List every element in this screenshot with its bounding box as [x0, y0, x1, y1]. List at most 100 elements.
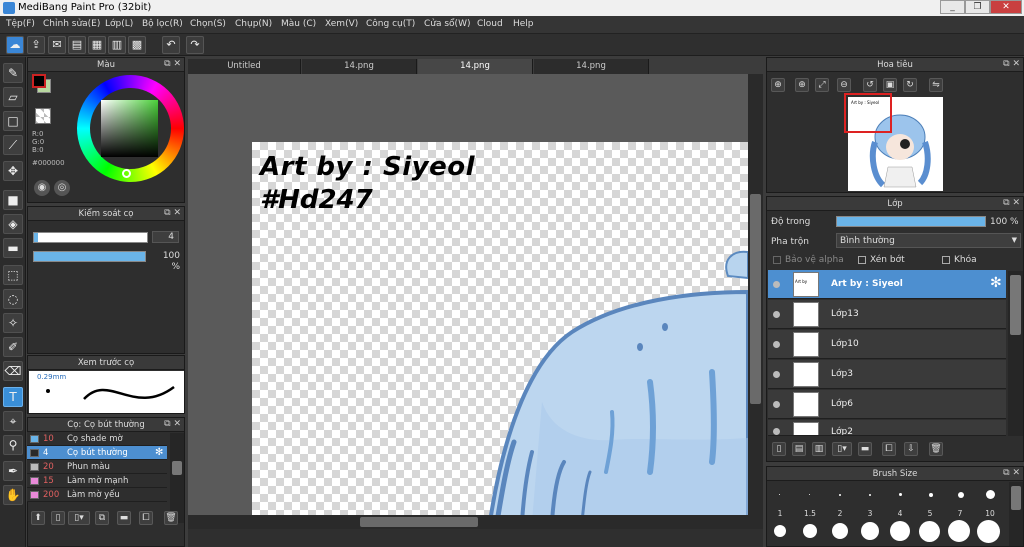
panel-buttons[interactable]: ⧉ ✕: [164, 208, 181, 218]
text-icon[interactable]: T: [3, 387, 23, 407]
menu-layer[interactable]: Lớp(L): [105, 19, 133, 29]
brush-size-dot[interactable]: [861, 522, 879, 540]
vertical-scrollbar[interactable]: [748, 74, 763, 515]
brush-size-dot[interactable]: [929, 493, 933, 497]
brush-size-dot[interactable]: [832, 523, 848, 539]
gradient-icon[interactable]: ▬: [3, 238, 23, 258]
saturation-square[interactable]: [101, 100, 158, 157]
trash-icon[interactable]: 🗑: [929, 442, 943, 456]
chat-icon[interactable]: ✉: [48, 36, 66, 54]
brush-item[interactable]: 15 Làm mờ mạnh: [27, 474, 167, 488]
zoom-in-icon[interactable]: ⊕: [795, 78, 809, 92]
layer-row[interactable]: Lớp3: [768, 360, 1006, 389]
menu-file[interactable]: Tệp(F): [6, 19, 35, 29]
menu-capture[interactable]: Chụp(N): [235, 19, 272, 29]
brush-size-dot[interactable]: [986, 490, 995, 499]
panel-buttons[interactable]: ⧉ ✕: [1003, 59, 1020, 69]
duplicate-icon[interactable]: ⧠: [139, 511, 153, 525]
panel-buttons[interactable]: ⧉ ✕: [164, 419, 181, 429]
move-icon[interactable]: ✥: [3, 161, 23, 181]
cloud-icon[interactable]: ☁: [6, 36, 24, 54]
folder-icon[interactable]: ▬: [858, 442, 872, 456]
new-8bit-layer-icon[interactable]: ▥: [812, 442, 826, 456]
brush-size-dot[interactable]: [919, 521, 940, 542]
brush-item[interactable]: 10 Cọ shade mờ: [27, 432, 167, 446]
document-icon[interactable]: ▦: [88, 36, 106, 54]
minimize-button[interactable]: _: [940, 0, 965, 14]
new-brush-icon[interactable]: ▯: [51, 511, 65, 525]
clipping-checkbox[interactable]: [858, 256, 866, 264]
zoom-in-icon[interactable]: ⊕: [771, 78, 785, 92]
blend-mode-select[interactable]: Bình thường ▼: [836, 233, 1021, 248]
close-button[interactable]: ✕: [990, 0, 1022, 14]
brush-size-dot[interactable]: [958, 492, 964, 498]
eraser-icon[interactable]: ▱: [3, 87, 23, 107]
fill-rect-icon[interactable]: ■: [3, 190, 23, 210]
hue-handle[interactable]: [122, 169, 131, 178]
transparent-swatch[interactable]: [35, 108, 51, 124]
line-icon[interactable]: ⟋: [3, 135, 23, 155]
brush-size-dot[interactable]: [869, 494, 871, 496]
brush-size-dot[interactable]: [779, 494, 780, 495]
brush-item-selected[interactable]: 4 Cọ bút thường ✻: [27, 446, 167, 460]
brush-list-scrollbar[interactable]: [170, 433, 184, 523]
select-eraser-icon[interactable]: ⌫: [3, 361, 23, 381]
layer-row[interactable]: Lớp2: [768, 420, 1006, 436]
undo-icon[interactable]: ↶: [162, 36, 180, 54]
hand-icon[interactable]: ✋: [3, 485, 23, 505]
redo-icon[interactable]: ↷: [186, 36, 204, 54]
operation-icon[interactable]: ⌖: [3, 411, 23, 431]
layer-opacity-slider[interactable]: [836, 216, 986, 227]
select-rect-icon[interactable]: ⬚: [3, 265, 23, 285]
lasso-icon[interactable]: ◌: [3, 289, 23, 309]
brush-size-dot[interactable]: [899, 493, 902, 496]
brush-size-dot[interactable]: [890, 521, 910, 541]
horizontal-scrollbar[interactable]: [188, 515, 763, 529]
layer-row[interactable]: Lớp6: [768, 390, 1006, 419]
brush-size-dot[interactable]: [774, 525, 786, 537]
eye-icon[interactable]: [773, 311, 780, 318]
merge-layer-icon[interactable]: ⇩: [904, 442, 918, 456]
trash-icon[interactable]: 🗑: [164, 511, 178, 525]
grid-icon[interactable]: ▩: [128, 36, 146, 54]
copy-brush-icon[interactable]: ⧉: [95, 511, 109, 525]
share-icon[interactable]: ⇪: [27, 36, 45, 54]
brush-size-dot[interactable]: [977, 520, 1000, 543]
navigator-thumbnail[interactable]: Art by : Siyeol: [844, 93, 943, 191]
brush-size-dot[interactable]: [948, 520, 970, 542]
canvas-area[interactable]: Art by : Siyeol #Hd247: [188, 74, 763, 515]
tab-image-1[interactable]: 14.png: [302, 59, 417, 74]
panel-icon[interactable]: ▥: [108, 36, 126, 54]
rotate-left-icon[interactable]: ↺: [863, 78, 877, 92]
new-layer-icon[interactable]: ▯: [772, 442, 786, 456]
menu-view[interactable]: Xem(V): [325, 19, 358, 29]
brush-size-dot[interactable]: [839, 494, 841, 496]
add-menu-icon[interactable]: ▯▾: [68, 511, 90, 525]
brush-size-value[interactable]: 4: [152, 231, 179, 243]
tab-image-3[interactable]: 14.png: [534, 59, 649, 74]
menu-edit[interactable]: Chỉnh sửa(E): [43, 19, 100, 29]
brush-item[interactable]: 20 Phun màu: [27, 460, 167, 474]
panel-buttons[interactable]: ⧉ ✕: [1003, 468, 1020, 478]
menu-color[interactable]: Màu (C): [281, 19, 316, 29]
layer-row[interactable]: Lớp13: [768, 300, 1006, 329]
menu-tools[interactable]: Công cụ(T): [366, 19, 415, 29]
rotate-right-icon[interactable]: ↻: [903, 78, 917, 92]
rectangle-icon[interactable]: □: [3, 111, 23, 131]
add-layer-menu-icon[interactable]: ▯▾: [832, 442, 852, 456]
fit-window-icon[interactable]: ▣: [883, 78, 897, 92]
gear-icon[interactable]: ✻: [155, 447, 163, 458]
flip-icon[interactable]: ⇋: [929, 78, 943, 92]
layer-scrollbar[interactable]: [1008, 271, 1023, 436]
menu-select[interactable]: Chọn(S): [190, 19, 226, 29]
brush-opacity-slider[interactable]: [33, 251, 146, 262]
folder-icon[interactable]: ▬: [117, 511, 131, 525]
menu-filter[interactable]: Bộ lọc(R): [142, 19, 183, 29]
pen-icon[interactable]: ✒: [3, 461, 23, 481]
bucket-icon[interactable]: ◈: [3, 214, 23, 234]
palette-icon[interactable]: ◉: [34, 180, 50, 196]
gear-icon[interactable]: ✻: [990, 275, 1002, 291]
canvas[interactable]: Art by : Siyeol #Hd247: [252, 142, 748, 515]
select-pen-icon[interactable]: ✐: [3, 337, 23, 357]
restore-button[interactable]: ❐: [965, 0, 990, 14]
